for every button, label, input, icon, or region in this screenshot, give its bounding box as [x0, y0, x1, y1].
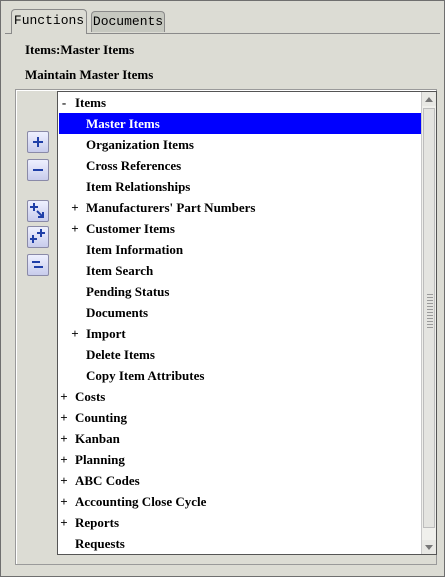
tree-node-label: Copy Item Attributes — [86, 368, 205, 383]
scroll-down-button[interactable] — [422, 540, 436, 554]
tree-node[interactable]: Delete Items — [58, 344, 420, 365]
tree-node[interactable]: + Reports — [58, 512, 420, 533]
tree-node-label: Costs — [75, 389, 106, 404]
expand-toggle[interactable]: + — [59, 428, 69, 449]
tree-node[interactable]: Pending Status — [58, 281, 420, 302]
tree-node[interactable]: Organization Items — [58, 134, 420, 155]
tree-node[interactable]: Copy Item Attributes — [58, 365, 420, 386]
vertical-scrollbar[interactable] — [421, 92, 436, 554]
tree-node-label: Counting — [75, 410, 128, 425]
tree-node[interactable]: Item Relationships — [58, 176, 420, 197]
tree-node[interactable]: + Counting — [58, 407, 420, 428]
tree-node-label: Pending Status — [86, 284, 170, 299]
breadcrumb: Items:Master Items — [25, 42, 135, 57]
tree-node-label: Planning — [75, 452, 125, 467]
tree-node[interactable]: + Customer Items — [58, 218, 420, 239]
tree-node-label: Documents — [86, 305, 149, 320]
page-title: Maintain Master Items — [25, 67, 154, 82]
tree-node-label: Accounting Close Cycle — [75, 494, 207, 509]
tree-node-label: Delete Items — [86, 347, 155, 362]
expand-button[interactable] — [27, 131, 49, 153]
tree-node-label: Item Relationships — [86, 179, 191, 194]
expand-toggle[interactable]: + — [59, 386, 69, 407]
expand-toggle[interactable]: + — [59, 449, 69, 470]
tree-node-label: Items — [75, 95, 107, 110]
expand-branch-button[interactable] — [27, 200, 49, 222]
tree-node[interactable]: + Accounting Close Cycle — [58, 491, 420, 512]
tree-node[interactable]: Requests — [58, 533, 420, 554]
scroll-up-button[interactable] — [422, 92, 436, 106]
collapse-toggle[interactable]: - — [59, 92, 69, 113]
expand-toggle[interactable]: + — [59, 470, 69, 491]
tree-node[interactable]: + ABC Codes — [58, 470, 420, 491]
function-tree[interactable]: - Items Master Items Organization Items Cros… — [57, 91, 437, 555]
collapse-all-button[interactable] — [27, 254, 49, 276]
expand-toggle[interactable]: + — [59, 491, 69, 512]
navigator-window: Functions Documents Items:Master Items M… — [0, 0, 445, 577]
tab-functions[interactable]: Functions — [11, 9, 87, 34]
tree-node-label: Organization Items — [86, 137, 194, 152]
tree-node-label: Item Search — [86, 263, 154, 278]
expand-all-icon — [30, 229, 45, 243]
tree-node-label: Requests — [75, 536, 125, 551]
expand-toggle[interactable]: + — [59, 407, 69, 428]
expand-toggle[interactable]: + — [59, 512, 69, 533]
tree-node[interactable]: + Costs — [58, 386, 420, 407]
tree-node[interactable]: Cross References — [58, 155, 420, 176]
tree-node-label: Cross References — [86, 158, 182, 173]
tree-node-label: Import — [86, 326, 126, 341]
tab-documents[interactable]: Documents — [91, 11, 165, 32]
tree-node-label: Customer Items — [86, 221, 175, 236]
expand-toggle[interactable]: + — [70, 218, 80, 239]
expand-all-button[interactable] — [27, 226, 49, 248]
tree-node[interactable]: Item Information — [58, 239, 420, 260]
arrow-up-icon — [425, 96, 433, 102]
tree-node[interactable]: - Items — [58, 92, 420, 113]
tree-node[interactable]: + Kanban — [58, 428, 420, 449]
plus-icon — [33, 137, 43, 147]
expand-toggle[interactable]: + — [70, 197, 80, 218]
tree-node-label: Item Information — [86, 242, 184, 257]
scroll-grip — [427, 294, 433, 330]
tree-node[interactable]: Master Items — [58, 113, 420, 134]
collapse-button[interactable] — [27, 159, 49, 181]
minus-icon — [33, 169, 43, 171]
expand-toggle[interactable]: + — [70, 323, 80, 344]
tree-node[interactable]: Documents — [58, 302, 420, 323]
tree-node-label: Kanban — [75, 431, 120, 446]
tree-node-label: Reports — [75, 515, 120, 530]
tree-node[interactable]: + Import — [58, 323, 420, 344]
tree-node-label: Master Items — [86, 116, 160, 131]
tree-node[interactable]: + Manufacturers' Part Numbers — [58, 197, 420, 218]
scroll-thumb[interactable] — [423, 108, 435, 528]
tree-node[interactable]: Item Search — [58, 260, 420, 281]
arrow-down-icon — [425, 544, 433, 550]
tree-node-label: Manufacturers' Part Numbers — [86, 200, 256, 215]
tree-node-label: ABC Codes — [75, 473, 140, 488]
expand-branch-icon — [30, 203, 44, 218]
tree-node[interactable]: + Planning — [58, 449, 420, 470]
collapse-all-icon — [32, 261, 43, 268]
